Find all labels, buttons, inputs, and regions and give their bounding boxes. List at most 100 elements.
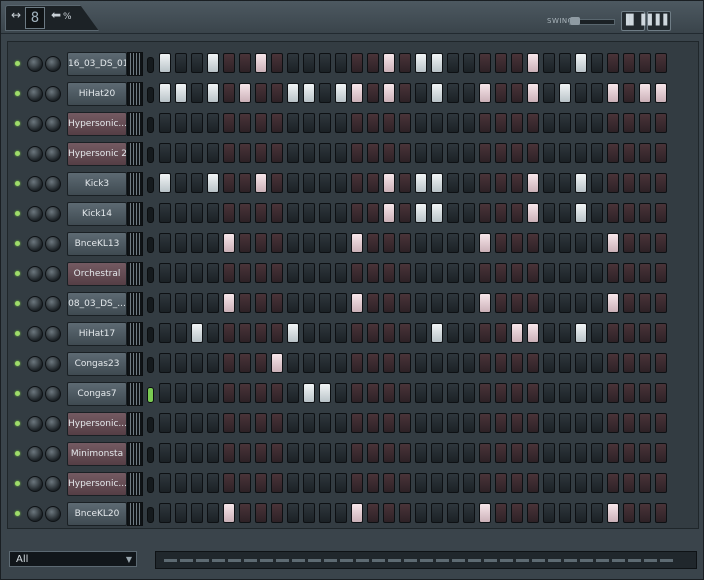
step-button[interactable] [495,323,507,343]
step-button[interactable] [271,113,283,133]
step-button[interactable] [639,263,651,283]
step-button[interactable] [335,263,347,283]
step-button[interactable] [335,83,347,103]
step-button[interactable] [655,293,667,313]
step-button[interactable] [191,233,203,253]
step-button[interactable] [415,383,427,403]
step-button[interactable] [303,263,315,283]
step-button[interactable] [479,113,491,133]
step-button[interactable] [383,293,395,313]
step-button[interactable] [367,293,379,313]
step-button[interactable] [479,383,491,403]
step-button[interactable] [527,173,539,193]
step-button[interactable] [511,173,523,193]
step-button[interactable] [271,473,283,493]
step-button[interactable] [463,383,475,403]
step-button[interactable] [639,383,651,403]
step-button[interactable] [367,143,379,163]
step-button[interactable] [191,323,203,343]
channel-mute-led[interactable] [15,331,20,336]
step-button[interactable] [463,233,475,253]
step-button[interactable] [335,53,347,73]
step-button[interactable] [383,113,395,133]
step-button[interactable] [559,83,571,103]
step-button[interactable] [623,173,635,193]
step-button[interactable] [639,503,651,523]
step-button[interactable] [383,353,395,373]
resize-icon[interactable]: ↔ [11,9,21,21]
step-button[interactable] [159,53,171,73]
step-button[interactable] [447,263,459,283]
step-button[interactable] [255,503,267,523]
step-button[interactable] [607,323,619,343]
step-button[interactable] [447,293,459,313]
step-button[interactable] [607,113,619,133]
step-button[interactable] [239,113,251,133]
step-button[interactable] [463,503,475,523]
step-button[interactable] [223,293,235,313]
step-button[interactable] [463,263,475,283]
pan-knob[interactable] [27,266,43,282]
step-button[interactable] [415,443,427,463]
step-button[interactable] [511,203,523,223]
step-button[interactable] [287,263,299,283]
step-button[interactable] [415,473,427,493]
step-button[interactable] [543,383,555,403]
step-button[interactable] [415,203,427,223]
swing-slider[interactable] [569,17,615,25]
step-button[interactable] [335,143,347,163]
step-button[interactable] [607,473,619,493]
pan-knob[interactable] [27,116,43,132]
step-button[interactable] [655,233,667,253]
step-button[interactable] [431,83,443,103]
step-button[interactable] [559,173,571,193]
step-button[interactable] [191,143,203,163]
channel-select-led[interactable] [147,327,154,343]
volume-knob[interactable] [45,476,61,492]
step-button[interactable] [271,443,283,463]
step-button[interactable] [591,473,603,493]
volume-knob[interactable] [45,506,61,522]
step-button[interactable] [303,233,315,253]
channel-mute-led[interactable] [15,451,20,456]
step-button[interactable] [431,443,443,463]
step-button[interactable] [207,53,219,73]
step-button[interactable] [575,263,587,283]
step-button[interactable] [319,503,331,523]
step-button[interactable] [399,203,411,223]
step-button[interactable] [415,503,427,523]
step-button[interactable] [191,443,203,463]
pan-knob[interactable] [27,296,43,312]
step-button[interactable] [319,443,331,463]
step-button[interactable] [655,263,667,283]
channel-mute-led[interactable] [15,91,20,96]
step-button[interactable] [191,383,203,403]
step-button[interactable] [271,173,283,193]
step-button[interactable] [591,383,603,403]
step-button[interactable] [271,233,283,253]
step-button[interactable] [543,323,555,343]
step-button[interactable] [287,113,299,133]
step-button[interactable] [383,503,395,523]
step-button[interactable] [175,323,187,343]
step-button[interactable] [495,53,507,73]
step-button[interactable] [543,233,555,253]
step-button[interactable] [351,203,363,223]
step-button[interactable] [383,173,395,193]
step-button[interactable] [319,113,331,133]
step-button[interactable] [511,413,523,433]
volume-knob[interactable] [45,326,61,342]
step-button[interactable] [239,53,251,73]
step-button[interactable] [559,413,571,433]
channel-name-button[interactable]: HiHat20 [67,82,127,106]
step-button[interactable] [319,203,331,223]
step-button[interactable] [351,293,363,313]
step-button[interactable] [575,143,587,163]
step-button[interactable] [367,53,379,73]
step-button[interactable] [527,203,539,223]
step-button[interactable] [383,233,395,253]
step-button[interactable] [223,353,235,373]
step-button[interactable] [511,353,523,373]
step-button[interactable] [351,263,363,283]
step-button[interactable] [351,113,363,133]
